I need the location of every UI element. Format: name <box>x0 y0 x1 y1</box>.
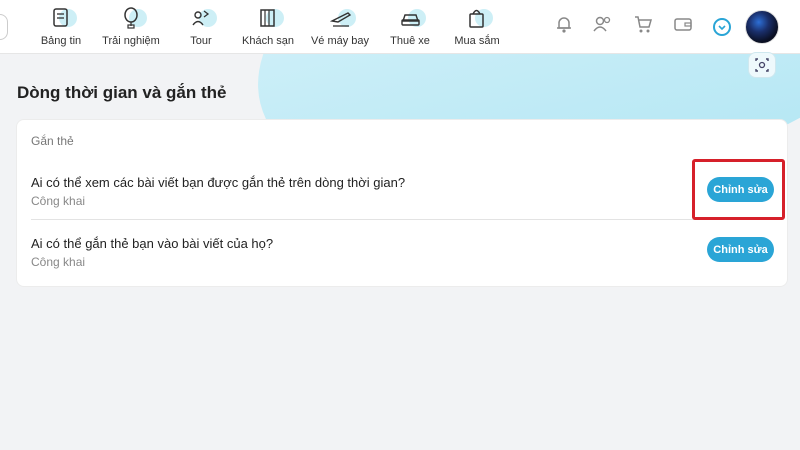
top-navigation-bar: Bảng tin Trải nghiệm Tour Khách sạn Vé m… <box>0 0 800 54</box>
page-title: Dòng thời gian và gắn thẻ <box>17 83 227 102</box>
hotel-icon <box>252 4 284 34</box>
nav-item-car-rental[interactable]: Thuê xe <box>390 0 430 54</box>
tagging-settings-card: Gắn thẻ Ai có thể xem các bài viết bạn đ… <box>16 119 788 287</box>
setting-value-who-can-tag: Công khai <box>31 255 86 269</box>
user-avatar[interactable] <box>745 10 779 44</box>
balloon-icon <box>115 4 147 34</box>
bell-icon[interactable] <box>555 14 573 39</box>
nav-label-tour: Tour <box>190 35 212 47</box>
nav-label-news-feed: Bảng tin <box>40 35 82 47</box>
account-menu-chevron-icon[interactable] <box>713 18 731 36</box>
collapsed-side-tab[interactable] <box>0 14 8 40</box>
nav-label-shopping: Mua sắm <box>454 35 500 47</box>
shopping-bag-icon <box>461 4 493 34</box>
nav-item-flights[interactable]: Vé máy bay <box>311 0 369 54</box>
nav-item-news-feed[interactable]: Bảng tin <box>38 0 84 54</box>
nav-label-car-rental: Thuê xe <box>390 35 430 47</box>
nav-item-tour[interactable]: Tour <box>185 0 217 54</box>
wallet-icon[interactable] <box>673 14 693 39</box>
car-icon <box>394 4 426 34</box>
section-label: Gắn thẻ <box>31 134 74 148</box>
setting-question-timeline-visibility: Ai có thể xem các bài viết bạn được gắn … <box>31 175 406 190</box>
divider <box>31 219 775 220</box>
scan-icon[interactable] <box>748 52 776 78</box>
nav-item-shopping[interactable]: Mua sắm <box>453 0 501 54</box>
cart-icon[interactable] <box>633 14 653 39</box>
friends-icon[interactable] <box>592 14 614 39</box>
setting-value-timeline-visibility: Công khai <box>31 194 86 208</box>
tour-icon <box>185 4 217 34</box>
nav-item-hotel[interactable]: Khách sạn <box>242 0 294 54</box>
edit-button-who-can-tag[interactable]: Chỉnh sửa <box>707 237 774 262</box>
plane-icon <box>324 4 356 34</box>
nav-label-flights: Vé máy bay <box>310 35 370 47</box>
nav-label-experiences: Trải nghiệm <box>102 35 160 47</box>
nav-item-experiences[interactable]: Trải nghiệm <box>101 0 161 54</box>
highlight-annotation <box>692 159 785 220</box>
nav-label-hotel: Khách sạn <box>242 35 294 47</box>
book-icon <box>45 4 77 34</box>
setting-question-who-can-tag: Ai có thể gắn thẻ bạn vào bài viết của h… <box>31 236 274 251</box>
